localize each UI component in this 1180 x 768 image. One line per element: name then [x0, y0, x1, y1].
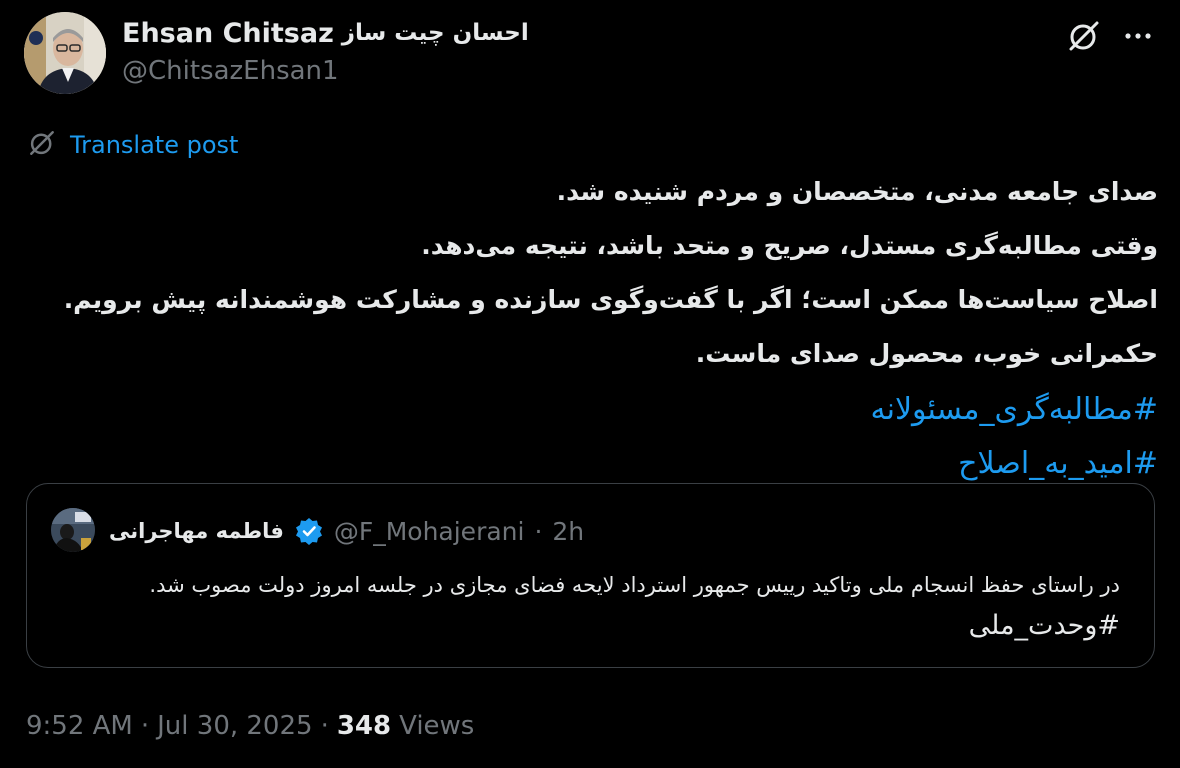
quoted-author-handle[interactable]: @F_Mohajerani [334, 517, 525, 546]
author-handle[interactable]: @ChitsazEhsan1 [122, 56, 339, 86]
quoted-post-time[interactable]: 2h [552, 517, 584, 546]
post-text-line: صدای جامعه مدنی، متخصصان و مردم شنیده شد… [556, 177, 1158, 206]
quoted-avatar-image [51, 508, 95, 552]
author-avatar[interactable] [24, 12, 106, 94]
quoted-post-body: در راستای حفظ انسجام ملی وتاکید رییس جمه… [60, 568, 1120, 650]
post-date[interactable]: Jul 30, 2025 [157, 711, 312, 741]
hashtag-link[interactable]: #مطالبه‌گری_مسئولانه [38, 388, 1158, 442]
meta-separator: · [140, 711, 150, 741]
quoted-post-card[interactable]: فاطمه مهاجرانی @F_Mohajerani · 2h در راس… [26, 483, 1155, 668]
more-dots-icon[interactable] [1120, 18, 1156, 54]
translate-post-link[interactable]: Translate post [70, 131, 238, 159]
quoted-post-text: در راستای حفظ انسجام ملی وتاکید رییس جمه… [149, 573, 1120, 597]
post-body: صدای جامعه مدنی، متخصصان و مردم شنیده شد… [38, 172, 1158, 496]
post-text-line: وقتی مطالبه‌گری مستدل، صریح و متحد باشد،… [421, 231, 1158, 260]
verified-badge-icon [294, 516, 324, 546]
quoted-post-hashtag: #وحدت_ملی [968, 610, 1120, 641]
author-avatar-image [24, 12, 106, 94]
grok-slash-icon[interactable] [1066, 18, 1102, 54]
quoted-author-avatar[interactable] [51, 508, 95, 552]
meta-separator: · [320, 711, 329, 741]
views-label: Views [399, 711, 475, 741]
translate-row[interactable]: Translate post [28, 128, 238, 162]
translate-grok-icon [28, 129, 56, 161]
author-name-persian[interactable]: احسان چیت ساز [342, 20, 529, 46]
post-text-line: حکمرانی خوب، محصول صدای ماست. [695, 339, 1158, 368]
author-name[interactable]: Ehsan Chitsaz [122, 18, 334, 49]
post-meta-row: 9:52 AM · Jul 30, 2025 · 348 Views [26, 706, 474, 746]
post-text-line: اصلاح سیاست‌ها ممکن است؛ اگر با گفت‌وگوی… [63, 285, 1158, 314]
quoted-post-header: فاطمه مهاجرانی @F_Mohajerani · 2h [109, 512, 584, 550]
author-name-line[interactable]: Ehsan Chitsaz احسان چیت ساز [122, 16, 529, 50]
quoted-author-name[interactable]: فاطمه مهاجرانی [109, 519, 284, 543]
post-time[interactable]: 9:52 AM [26, 711, 133, 741]
quoted-header-separator: · [534, 516, 543, 546]
views-count: 348 [336, 711, 392, 741]
